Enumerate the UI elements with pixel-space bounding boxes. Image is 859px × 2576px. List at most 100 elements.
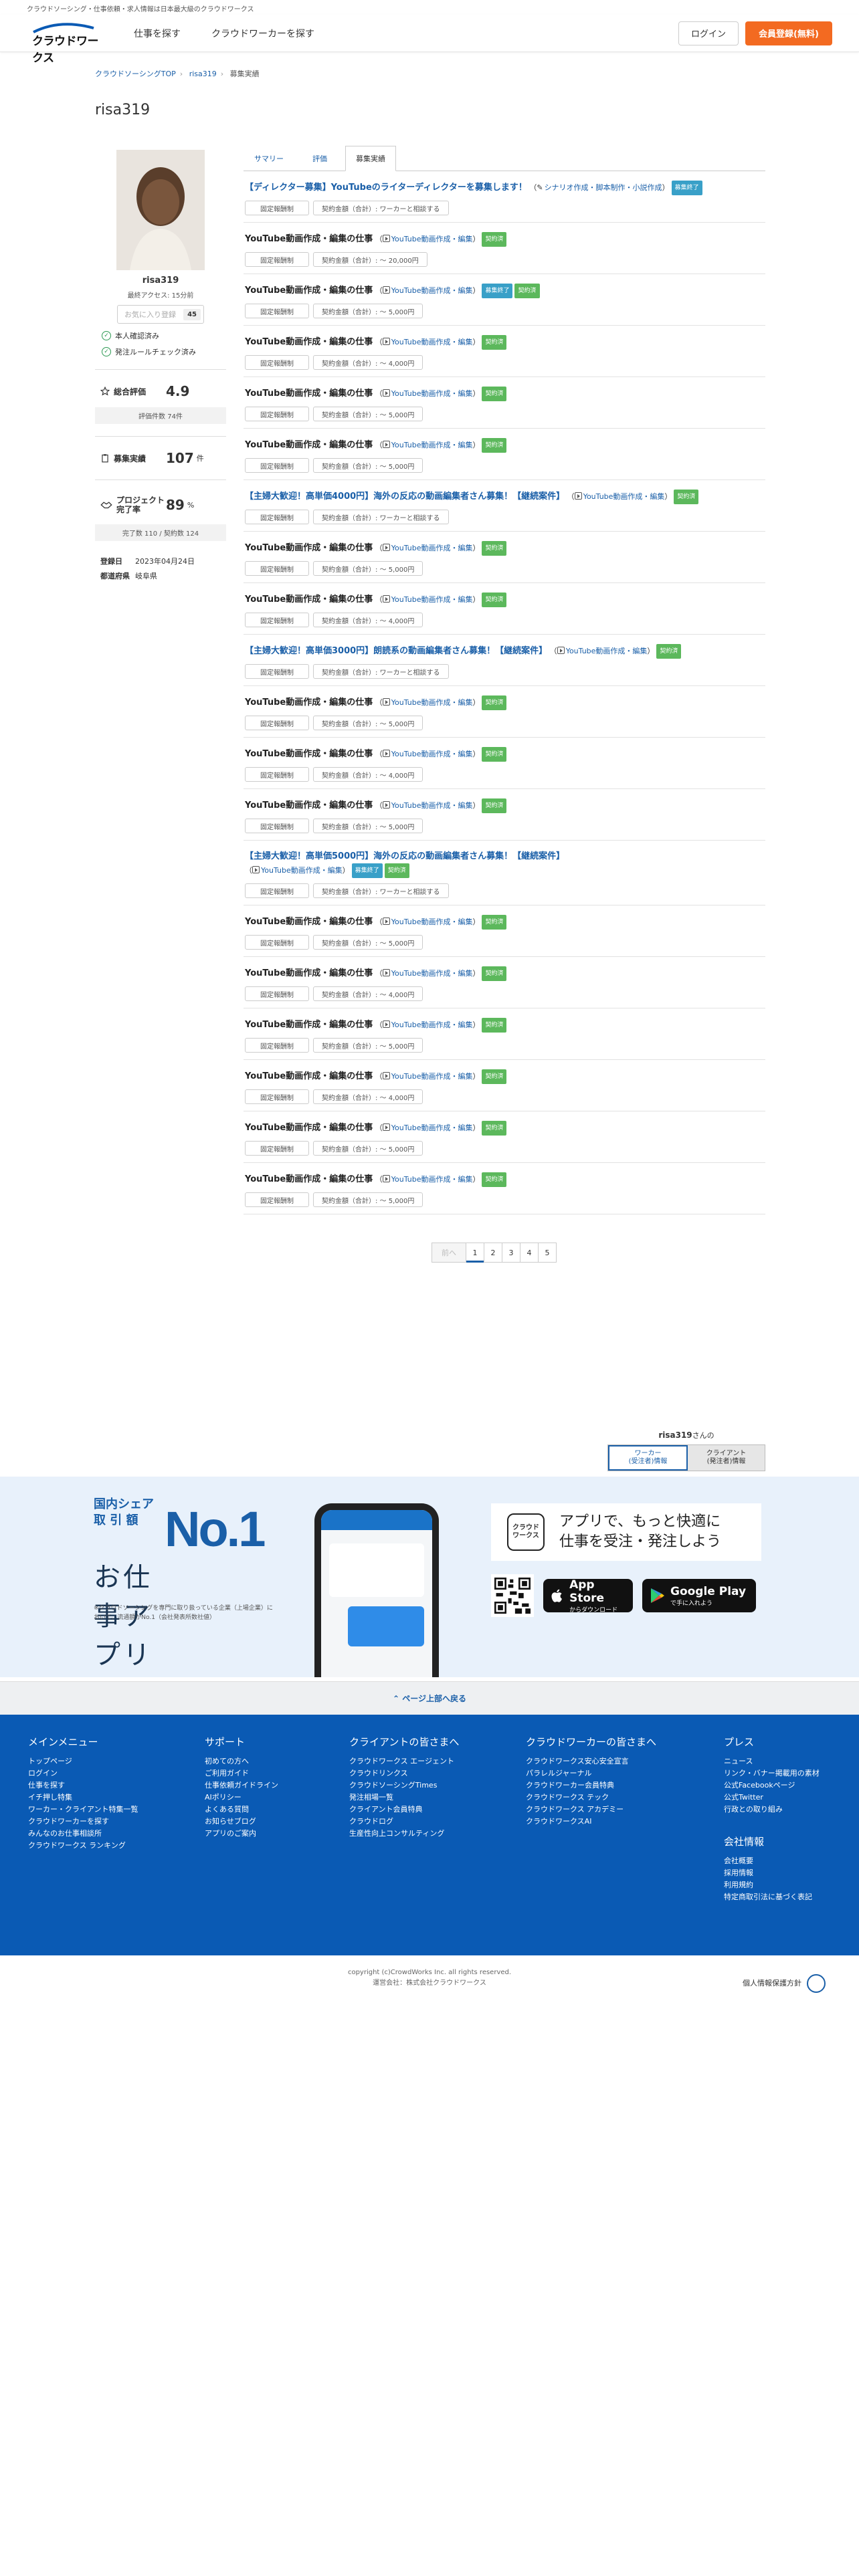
pagination-prev[interactable]: 前へ <box>432 1243 466 1263</box>
client-info-button[interactable]: クライアント (発注者)情報 <box>688 1445 765 1471</box>
footer-link[interactable]: 会社概要 <box>724 1855 820 1867</box>
job-title-link[interactable]: 【主婦大歓迎！高単価4000円】海外の反応の動画編集者さん募集！【継続案件】 <box>245 492 565 502</box>
job-category[interactable]: （YouTube動画作成・編集） <box>373 1123 480 1132</box>
job-title-link[interactable]: YouTube動画作成・編集の仕事 <box>245 440 373 450</box>
job-title-link[interactable]: YouTube動画作成・編集の仕事 <box>245 337 373 347</box>
tab-orders[interactable]: 募集実績 <box>345 146 396 171</box>
pagination-page-3[interactable]: 3 <box>502 1243 520 1263</box>
job-category[interactable]: （YouTube動画作成・編集） <box>245 866 350 875</box>
job-title-link[interactable]: YouTube動画作成・編集の仕事 <box>245 1174 373 1184</box>
footer-link[interactable]: アプリのご案内 <box>205 1828 278 1840</box>
pagination-page-2[interactable]: 2 <box>484 1243 502 1263</box>
footer-link[interactable]: 公式Facebookページ <box>724 1780 820 1792</box>
footer-link[interactable]: AIポリシー <box>205 1792 278 1804</box>
job-title-link[interactable]: YouTube動画作成・編集の仕事 <box>245 697 373 708</box>
footer-link[interactable]: ニュース <box>724 1755 820 1767</box>
footer-link[interactable]: 初めての方へ <box>205 1755 278 1767</box>
job-title-link[interactable]: YouTube動画作成・編集の仕事 <box>245 968 373 978</box>
footer-link[interactable]: 採用情報 <box>724 1867 820 1879</box>
job-title-link[interactable]: YouTube動画作成・編集の仕事 <box>245 234 373 244</box>
job-category[interactable]: （YouTube動画作成・編集） <box>373 1175 480 1184</box>
avatar[interactable] <box>116 150 205 270</box>
job-title-link[interactable]: YouTube動画作成・編集の仕事 <box>245 1123 373 1133</box>
footer-link[interactable]: クラウドリンクス <box>349 1767 459 1780</box>
pagination-page-1[interactable]: 1 <box>466 1243 484 1263</box>
job-title-link[interactable]: YouTube動画作成・編集の仕事 <box>245 749 373 759</box>
footer-link[interactable]: イチ押し特集 <box>28 1792 138 1804</box>
footer-link[interactable]: ご利用ガイド <box>205 1767 278 1780</box>
job-category[interactable]: （YouTube動画作成・編集） <box>373 918 480 926</box>
pagination-page-5[interactable]: 5 <box>538 1243 557 1263</box>
footer-link[interactable]: クラウドワークス安心安全宣言 <box>526 1755 656 1767</box>
footer-link[interactable]: 仕事依頼ガイドライン <box>205 1780 278 1792</box>
breadcrumb-user[interactable]: risa319 <box>189 70 217 78</box>
footer-link[interactable]: クラウドワークス テック <box>526 1792 656 1804</box>
footer-link[interactable]: リンク・バナー掲載用の素材 <box>724 1767 820 1780</box>
job-category[interactable]: （YouTube動画作成・編集） <box>373 544 480 552</box>
job-category[interactable]: （YouTube動画作成・編集） <box>373 969 480 978</box>
job-category[interactable]: （YouTube動画作成・編集） <box>373 235 480 243</box>
job-title-link[interactable]: YouTube動画作成・編集の仕事 <box>245 543 373 553</box>
footer-link[interactable]: トップページ <box>28 1755 138 1767</box>
login-button[interactable]: ログイン <box>678 21 739 45</box>
job-category[interactable]: （YouTube動画作成・編集） <box>373 801 480 810</box>
register-button[interactable]: 会員登録(無料) <box>745 21 832 45</box>
job-title-link[interactable]: YouTube動画作成・編集の仕事 <box>245 389 373 399</box>
pagination-page-4[interactable]: 4 <box>520 1243 539 1263</box>
breadcrumb-top[interactable]: クラウドソーシングTOP <box>95 70 176 78</box>
footer-link[interactable]: クラウドワークス アカデミー <box>526 1804 656 1816</box>
job-title-link[interactable]: 【ディレクター募集】YouTubeのライターディレクターを募集します！ <box>245 183 527 193</box>
job-title-link[interactable]: YouTube動画作成・編集の仕事 <box>245 286 373 296</box>
app-store-button[interactable]: App Store からダウンロード <box>543 1578 633 1614</box>
job-category[interactable]: （YouTube動画作成・編集） <box>373 1021 480 1029</box>
job-title-link[interactable]: YouTube動画作成・編集の仕事 <box>245 1020 373 1030</box>
favorite-button[interactable]: お気に入り登録 45 <box>117 305 204 324</box>
footer-link[interactable]: クラウドワークス ランキング <box>28 1840 138 1852</box>
footer-link[interactable]: 生産性向上コンサルティング <box>349 1828 459 1840</box>
job-category[interactable]: （YouTube動画作成・編集） <box>373 1072 480 1081</box>
footer-link[interactable]: クラウドソーシングTimes <box>349 1780 459 1792</box>
footer-link[interactable]: 発注相場一覧 <box>349 1792 459 1804</box>
worker-info-button[interactable]: ワーカー (受注者)情報 <box>608 1445 688 1471</box>
footer-link[interactable]: 利用規約 <box>724 1879 820 1891</box>
privacy-policy-link[interactable]: 個人情報保護方針 <box>743 1974 826 1993</box>
job-category[interactable]: （YouTube動画作成・編集） <box>547 647 654 655</box>
google-play-button[interactable]: Google Play で手に入れよう <box>642 1579 756 1612</box>
footer-link[interactable]: クラウドワーカーを探す <box>28 1816 138 1828</box>
job-category[interactable]: （✎ シナリオ作成・脚本制作・小説作成） <box>527 183 669 192</box>
back-to-top-link[interactable]: ⌃ ページ上部へ戻る <box>0 1681 859 1715</box>
nav-find-jobs[interactable]: 仕事を探す <box>134 27 181 40</box>
job-category[interactable]: （YouTube動画作成・編集） <box>373 698 480 707</box>
footer-link[interactable]: クラウドワークスAI <box>526 1816 656 1828</box>
footer-link[interactable]: クラウドワークス エージェント <box>349 1755 459 1767</box>
footer-link[interactable]: 特定商取引法に基づく表記 <box>724 1891 820 1903</box>
footer-link[interactable]: ワーカー・クライアント特集一覧 <box>28 1804 138 1816</box>
job-title-link[interactable]: YouTube動画作成・編集の仕事 <box>245 1071 373 1081</box>
footer-link[interactable]: パラレルジャーナル <box>526 1767 656 1780</box>
job-title-link[interactable]: YouTube動画作成・編集の仕事 <box>245 595 373 605</box>
job-category[interactable]: （YouTube動画作成・編集） <box>565 492 672 501</box>
footer-link[interactable]: 仕事を探す <box>28 1780 138 1792</box>
footer-link[interactable]: お知らせブログ <box>205 1816 278 1828</box>
job-category[interactable]: （YouTube動画作成・編集） <box>373 750 480 758</box>
footer-link[interactable]: みんなのお仕事相談所 <box>28 1828 138 1840</box>
job-category[interactable]: （YouTube動画作成・編集） <box>373 441 480 449</box>
job-category[interactable]: （YouTube動画作成・編集） <box>373 338 480 346</box>
tab-summary[interactable]: サマリー <box>244 146 294 171</box>
job-title-link[interactable]: 【主婦大歓迎！高単価5000円】海外の反応の動画編集者さん募集！【継続案件】 <box>245 851 565 861</box>
job-category[interactable]: （YouTube動画作成・編集） <box>373 595 480 604</box>
nav-find-workers[interactable]: クラウドワーカーを探す <box>211 27 314 40</box>
job-title-link[interactable]: YouTube動画作成・編集の仕事 <box>245 917 373 927</box>
footer-link[interactable]: ログイン <box>28 1767 138 1780</box>
footer-link[interactable]: クライアント会員特典 <box>349 1804 459 1816</box>
tab-reviews[interactable]: 評価 <box>294 146 345 171</box>
footer-link[interactable]: 行政との取り組み <box>724 1804 820 1816</box>
footer-link[interactable]: クラウドログ <box>349 1816 459 1828</box>
footer-link[interactable]: よくある質問 <box>205 1804 278 1816</box>
footer-link[interactable]: クラウドワーカー会員特典 <box>526 1780 656 1792</box>
job-category[interactable]: （YouTube動画作成・編集） <box>373 389 480 398</box>
job-category[interactable]: （YouTube動画作成・編集） <box>373 286 480 295</box>
site-logo[interactable]: クラウドワークス <box>27 21 100 65</box>
footer-link[interactable]: 公式Twitter <box>724 1792 820 1804</box>
job-title-link[interactable]: YouTube動画作成・編集の仕事 <box>245 800 373 811</box>
